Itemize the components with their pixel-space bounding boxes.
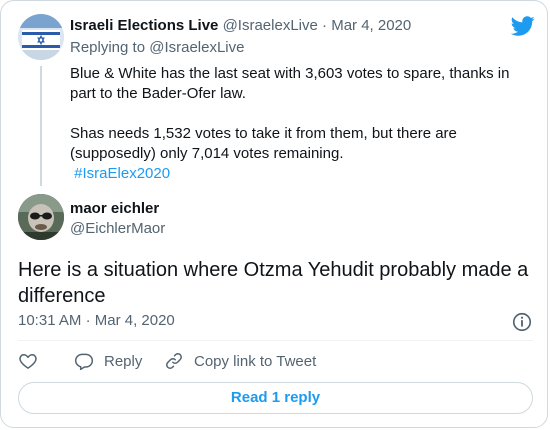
- reply-bubble-icon: [74, 353, 94, 371]
- tweet-time[interactable]: 10:31 AM: [18, 312, 81, 329]
- tweet-text: Here is a situation where Otzma Yehudit …: [18, 259, 529, 307]
- quoted-header: Israeli Elections Live @IsraelexLive · M…: [70, 17, 411, 34]
- author-avatar[interactable]: [18, 194, 64, 240]
- author-handle[interactable]: @EichlerMaor: [70, 220, 165, 237]
- link-icon: [166, 353, 182, 369]
- replying-to: Replying to @IsraelexLive: [70, 39, 245, 56]
- tweet-card: Israeli Elections Live @IsraelexLive · M…: [0, 0, 548, 428]
- quoted-paragraph-2: Shas needs 1,532 votes to take it from t…: [70, 125, 457, 162]
- read-reply-button[interactable]: Read 1 reply: [18, 382, 533, 414]
- twitter-bird-icon[interactable]: [511, 14, 535, 38]
- profile-photo-icon: [18, 194, 64, 240]
- tweet-timestamp[interactable]: 10:31 AM · Mar 4, 2020: [18, 312, 175, 329]
- hashtag-link[interactable]: #IsraElex2020: [74, 165, 170, 182]
- thread-line: [40, 66, 42, 186]
- reply-label[interactable]: Reply: [104, 353, 142, 370]
- copy-link-label[interactable]: Copy link to Tweet: [194, 353, 316, 370]
- like-button[interactable]: [18, 351, 38, 371]
- tweet-date[interactable]: · Mar 4, 2020: [86, 312, 175, 329]
- quoted-author-name[interactable]: Israeli Elections Live: [70, 17, 218, 34]
- quoted-author-avatar[interactable]: [18, 14, 64, 60]
- replying-to-handle[interactable]: @IsraelexLive: [149, 39, 244, 56]
- quoted-author-handle[interactable]: @IsraelexLive: [223, 17, 318, 34]
- israel-flag-icon: [18, 14, 64, 60]
- reply-button[interactable]: Reply: [74, 351, 142, 371]
- quoted-tweet-text: Blue & White has the last seat with 3,60…: [70, 64, 530, 184]
- quoted-date[interactable]: · Mar 4, 2020: [322, 17, 411, 34]
- divider: [18, 340, 533, 341]
- replying-to-label: Replying to: [70, 39, 146, 56]
- info-icon[interactable]: [511, 311, 533, 333]
- copy-link-button[interactable]: Copy link to Tweet: [164, 351, 316, 371]
- heart-icon: [19, 354, 37, 369]
- quoted-paragraph-1: Blue & White has the last seat with 3,60…: [70, 65, 510, 102]
- author-name[interactable]: maor eichler: [70, 200, 159, 217]
